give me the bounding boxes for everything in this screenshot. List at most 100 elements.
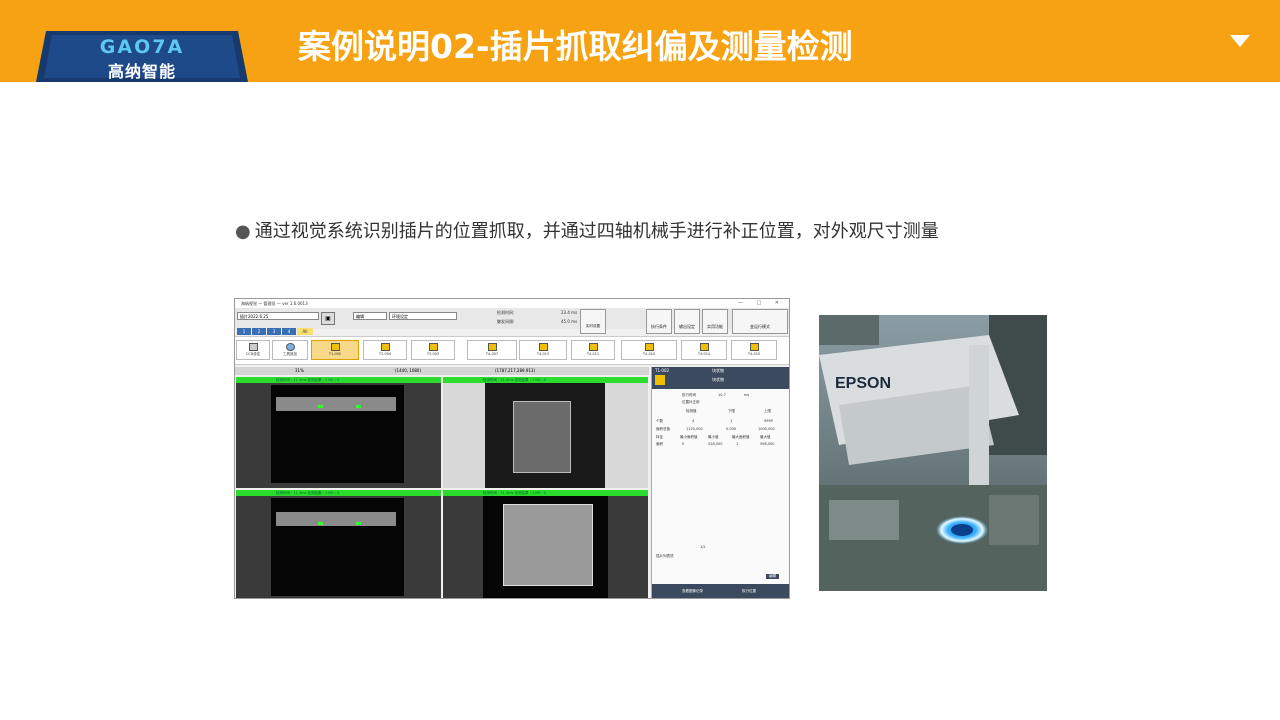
tool-name: 块状物 <box>712 377 724 382</box>
view-bar: 31% (1440, 1080) (1787.217,289.913) <box>235 367 649 375</box>
camera-view-1[interactable]: 检测时间 : 11.4ms 检测结果 : 1 NG : 0 <box>236 377 441 488</box>
feature-row-2: 528,000 <box>708 442 723 446</box>
row-area-label: 面积总值 <box>656 427 670 431</box>
tool-header: T1-002 块状物 块状物 <box>652 367 789 389</box>
tool-t2-004[interactable]: T2-004 <box>363 340 407 360</box>
cam-tab-all[interactable]: All <box>297 328 313 335</box>
blob-icon <box>330 343 340 351</box>
feature-row-4: 598,000 <box>760 442 775 446</box>
position-icon <box>538 343 548 351</box>
header-bar: GAO7A 高纳智能 案例说明02-插片抓取纠偏及测量检测 <box>0 0 1280 82</box>
cam-tab-4[interactable]: 4 <box>282 328 296 335</box>
feature-col-1: 最小面积值 <box>680 435 698 439</box>
row-count-upper: 9999 <box>764 419 773 423</box>
run-mode-button[interactable]: 变运行模式 <box>732 309 788 334</box>
tool-id: T4-014 <box>697 352 711 356</box>
row-count-value: 4 <box>692 419 695 423</box>
bullet-dot-icon: ● <box>235 221 251 242</box>
cam-tab-3[interactable]: 3 <box>267 328 281 335</box>
feature-col-0: 特征 <box>656 435 663 439</box>
feature-col-4: 最大值 <box>760 435 771 439</box>
stat-value-2: 45.0 ms <box>561 319 578 324</box>
exec-time-label: 执行时间 <box>682 393 696 397</box>
edge-icon <box>644 343 654 351</box>
col-upper: 上限 <box>764 409 771 413</box>
add-tool-button[interactable]: 工具追加 <box>272 340 308 360</box>
tool-properties-panel: T1-002 块状物 块状物 执行时间 10.7 ms 位置补正用 检测值 下限… <box>651 367 789 598</box>
text-output-icon <box>749 343 759 351</box>
row-area-value: 1120,000 <box>686 427 703 431</box>
camera-view-3[interactable]: 检测时间 : 11.4ms 检测结果 : 1 NG : 0 <box>236 490 441 598</box>
edit-button[interactable]: 编辑 <box>766 574 779 579</box>
feature-row-3: 1 <box>736 442 739 446</box>
exec-position-button[interactable]: 执行位置 <box>742 589 756 594</box>
zoom-readout: 31% <box>295 368 304 373</box>
tool-ribbon: CCD设定 工具追加 T1-002 T2-004 T3-003 T4-007 T… <box>235 336 789 365</box>
exec-time-unit: ms <box>744 393 750 397</box>
env-menu[interactable]: 环境设定 <box>389 312 457 320</box>
cam-tab-1[interactable]: 1 <box>237 328 251 335</box>
output-setting-button[interactable]: 输出设定 <box>674 309 700 334</box>
save-icon[interactable]: ▣ <box>321 312 335 325</box>
ccd-setting-button[interactable]: CCD设定 <box>236 340 270 360</box>
comment-label: 插片列表项 <box>656 554 674 558</box>
blob-icon <box>655 375 665 385</box>
tool-t4-014[interactable]: T4-014 <box>681 340 727 360</box>
feature-row-0: 面积 <box>656 442 663 446</box>
tool-t4-007[interactable]: T4-007 <box>467 340 517 360</box>
tool-type: 块状物 <box>712 368 724 373</box>
shape-icon <box>487 343 497 351</box>
tool-id: T4-011 <box>586 352 600 356</box>
page-title: 案例说明02-插片抓取纠偏及测量检测 <box>298 27 853 66</box>
logo-chinese-text: 高纳智能 <box>107 62 176 81</box>
stat-value-1: 23.4 ms <box>561 310 578 315</box>
tool-id: T1-002 <box>655 368 670 373</box>
position-label: 位置补正用 <box>682 400 700 404</box>
description-bullet: ● 通过视觉系统识别插片的位置抓取，并通过四轴机械手进行补正位置，对外观尺寸测量 <box>235 217 939 243</box>
logo-english-text: GAO7A <box>99 36 185 58</box>
company-logo: GAO7A 高纳智能 <box>36 31 248 82</box>
tool-id: T4-010 <box>642 352 656 356</box>
tool-t4-013[interactable]: T4-013 <box>519 340 567 360</box>
tool-id: T4-015 <box>747 352 761 356</box>
utility-button[interactable]: 实用功能 <box>702 309 728 334</box>
row-count-label: 个数 <box>656 419 663 423</box>
blob-icon <box>428 343 438 351</box>
tool-t4-011[interactable]: T4-011 <box>571 340 615 360</box>
blob-icon <box>380 343 390 351</box>
app-window-title: 海纳视觉 — 管理员 — ver 1.6.0013 <box>241 301 308 306</box>
vision-software-screenshot: 海纳视觉 — 管理员 — ver 1.6.0013 — □ ✕ 插片2022.6… <box>234 298 790 599</box>
realtime-button[interactable]: 实时设置 <box>580 309 606 334</box>
project-select[interactable]: 插片2022.6.25 <box>237 312 319 320</box>
row-area-lower: 0.000 <box>726 427 737 431</box>
feature-col-2: 最小值 <box>708 435 719 439</box>
add-icon <box>285 343 295 351</box>
cursor-readout: (1787.217,289.913) <box>495 368 536 373</box>
edit-menu[interactable]: 编辑 <box>353 312 387 320</box>
side-panel-footer: 查看图像记录 执行位置 <box>652 584 789 598</box>
col-lower: 下限 <box>728 409 735 413</box>
app-titlebar: 海纳视觉 — 管理员 — ver 1.6.0013 <box>235 299 789 308</box>
view-image-log-button[interactable]: 查看图像记录 <box>682 589 703 594</box>
camera-view-2[interactable]: 检测时间 : 11.4ms 检测结果 : 1 NG : 0 <box>443 377 648 488</box>
tool-id: T4-013 <box>536 352 550 356</box>
exec-condition-button[interactable]: 执行条件 <box>646 309 672 334</box>
stat-label-2: 触发间隔: <box>497 319 515 324</box>
tool-t4-015[interactable]: T4-015 <box>731 340 777 360</box>
tool-t3-003[interactable]: T3-003 <box>411 340 455 360</box>
epson-logo-text: EPSON <box>835 375 892 392</box>
row-count-lower: 1 <box>730 419 733 423</box>
camera-view-4[interactable]: 检测时间 : 11.4ms 检测结果 : 1 NG : 0 <box>443 490 648 598</box>
dropdown-arrow-icon[interactable] <box>1230 35 1250 47</box>
feature-row-1: 0 <box>682 442 685 446</box>
tool-id: T4-007 <box>485 352 499 356</box>
tool-t4-010[interactable]: T4-010 <box>621 340 677 360</box>
col-measured: 检测值 <box>686 409 697 413</box>
tool-id: T1-002 <box>328 352 342 356</box>
resolution-readout: (1440, 1080) <box>395 368 422 373</box>
cam-tab-2[interactable]: 2 <box>252 328 266 335</box>
exec-time-value: 10.7 <box>718 393 726 397</box>
window-controls[interactable]: — □ ✕ <box>738 299 785 308</box>
tool-t1-002[interactable]: T1-002 <box>311 340 359 360</box>
camera-tabs: 1 2 3 4 All <box>237 328 313 335</box>
